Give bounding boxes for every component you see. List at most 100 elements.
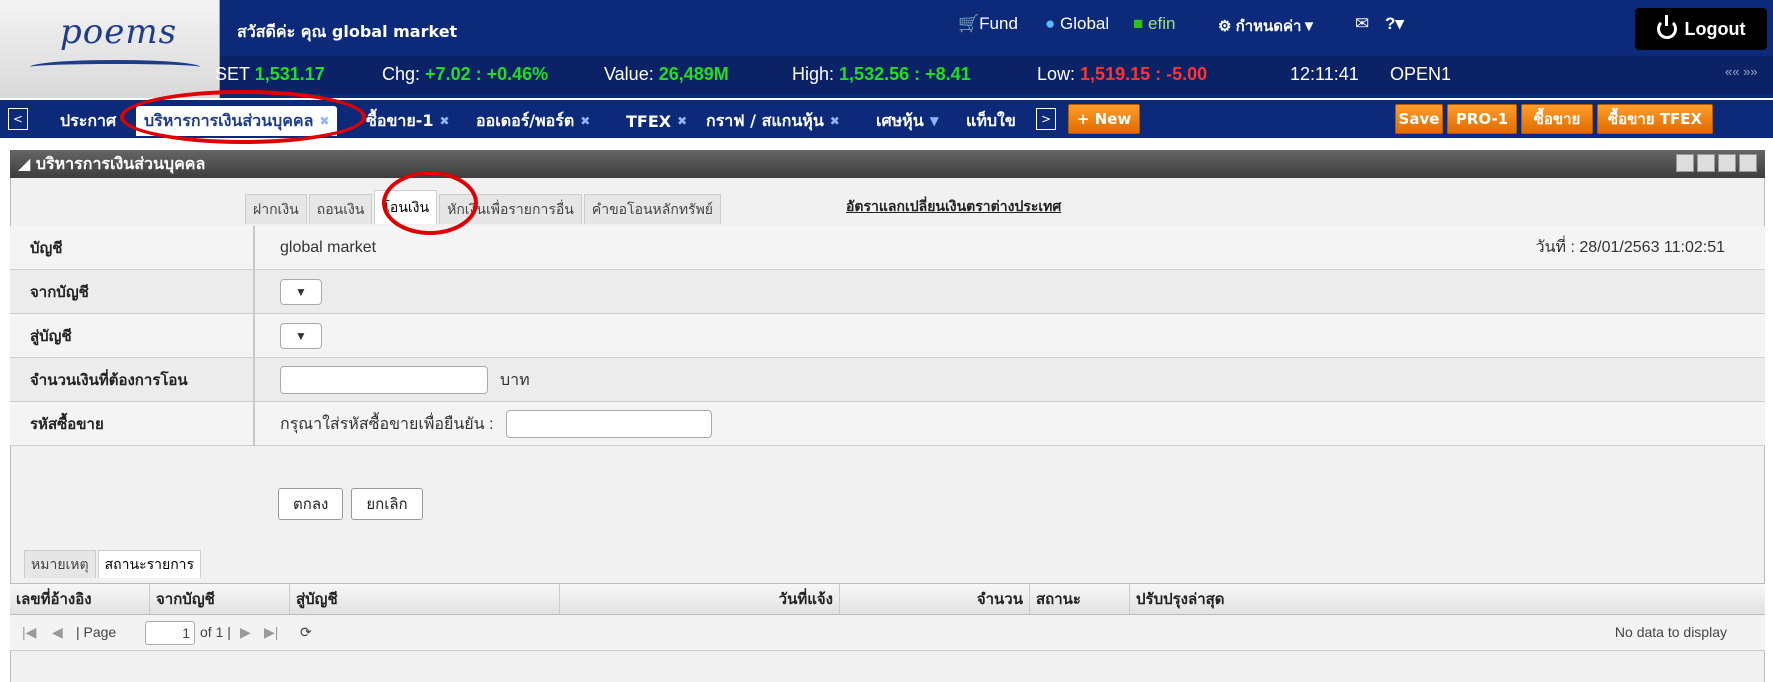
set-index-value: 1,531.17 (254, 64, 325, 84)
mail-icon: ✉ (1355, 14, 1370, 33)
pin-input[interactable] (505, 410, 712, 438)
market-status: OPEN1 (1390, 64, 1452, 84)
help-menu[interactable]: ?▾ (1385, 14, 1404, 34)
settings-menu[interactable]: ⚙ กำหนดค่า▼ (1218, 14, 1316, 38)
maximize-icon[interactable] (1718, 154, 1736, 172)
settings-icon: ⚙ (1218, 18, 1232, 35)
global-link[interactable]: ● Global (1045, 14, 1109, 34)
account-label: บัญชี (30, 226, 255, 270)
subtab-deposit[interactable]: ฝากเงิน (245, 194, 307, 224)
close-icon[interactable]: ✖ (440, 114, 450, 128)
close-icon[interactable] (1739, 154, 1757, 172)
tab-odd-lot[interactable]: เศษหุ้น ▼ (868, 106, 947, 136)
column-header[interactable]: สู่บัญชี (290, 584, 560, 614)
greeting: สวัสดีค่ะ คุณ global market (237, 22, 458, 41)
power-icon (1656, 15, 1677, 39)
page-count: of 1 | (200, 624, 231, 640)
logo-text: poems (60, 12, 178, 52)
tab-chart-scan[interactable]: กราฟ / สแกนหุ้น ✖ (698, 106, 848, 136)
tab-announcement[interactable]: ประกาศ (52, 106, 124, 136)
column-header[interactable]: ปรับปรุงล่าสุด (1130, 584, 1765, 614)
subtab-withdraw[interactable]: ถอนเงิน (308, 194, 373, 224)
logout-button[interactable]: Logout (1635, 8, 1767, 50)
globe-icon: ● (1045, 14, 1056, 33)
tab-tfex[interactable]: TFEX ✖ (618, 106, 695, 136)
from-account-select[interactable]: ▼ (280, 279, 322, 305)
tab-scroll-left-button[interactable]: < (8, 108, 28, 130)
minimize-icon[interactable] (1697, 154, 1715, 172)
refresh-icon[interactable] (1676, 154, 1694, 172)
tab-new-tab[interactable]: แท็บใข (958, 106, 1024, 136)
efin-icon: ■ (1133, 14, 1144, 33)
fx-rate-link[interactable]: อัตราแลกเปลี่ยนเงินตราต่างประเทศ (846, 196, 1061, 218)
account-row: บัญชี global market วันที่ : 28/01/2563 … (10, 226, 1765, 270)
currency-unit: บาท (500, 371, 530, 389)
account-value: global market (280, 239, 377, 256)
column-header[interactable]: เลขที่อ้างอิง (10, 584, 150, 614)
market-time: 12:11:41 (1290, 64, 1359, 84)
cancel-button[interactable]: ยกเลิก (351, 488, 423, 520)
tab-trade-1[interactable]: ซื้อขาย-1 ✖ (358, 106, 458, 136)
annotation-ring (120, 90, 366, 144)
traded-value: 26,489M (658, 64, 729, 84)
transaction-subtabs: ฝากเงิน ถอนเงิน โอนเงิน หักเงินเพื่อรายก… (245, 190, 723, 224)
form-actions: ตกลง ยกเลิก (278, 488, 423, 520)
column-header[interactable]: สถานะ (1030, 584, 1130, 614)
prev-page-icon[interactable]: ◀ (52, 624, 63, 641)
pin-row: รหัสซื้อขาย กรุณาใส่รหัสซื้อขายเพื่อยืนย… (10, 402, 1765, 446)
chevron-down-icon: ▼ (295, 285, 307, 299)
column-header[interactable]: จากบัญชี (150, 584, 290, 614)
pro1-button[interactable]: PRO-1 (1447, 104, 1517, 134)
change-value: +7.02 : +0.46% (425, 64, 549, 84)
panel-title: ◢ บริหารการเงินส่วนบุคคล (18, 154, 206, 173)
empty-message: No data to display (1614, 624, 1727, 640)
poems-logo[interactable]: poems (0, 0, 220, 98)
efin-link[interactable]: ■ efin (1133, 14, 1175, 34)
buysell-tfex-button[interactable]: ซื้อขาย TFEX (1597, 104, 1713, 134)
high-value: 1,532.56 : +8.41 (839, 64, 971, 84)
buysell-button[interactable]: ซื้อขาย (1521, 104, 1593, 134)
page-input[interactable]: 1 (145, 621, 195, 645)
from-account-label: จากบัญชี (30, 270, 255, 314)
to-account-row: สู่บัญชี ▼ (10, 314, 1765, 358)
close-icon[interactable]: ✖ (580, 114, 590, 128)
close-icon[interactable]: ✖ (830, 114, 840, 128)
next-page-icon[interactable]: ▶ (240, 624, 251, 641)
table-pager: |◀ ◀ | Page 1 of 1 | ▶ ▶| ⟳ No data to d… (10, 615, 1765, 651)
bottom-tabs: หมายเหตุ สถานะรายการ (24, 550, 203, 578)
table-header: เลขที่อ้างอิง จากบัญชี สู่บัญชี วันที่แจ… (10, 583, 1765, 615)
mail-button[interactable]: ✉ (1355, 14, 1369, 34)
last-page-icon[interactable]: ▶| (264, 624, 278, 641)
fund-link[interactable]: 🛒Fund (958, 14, 1018, 34)
panel-title-bar: ◢ บริหารการเงินส่วนบุคคล (10, 150, 1765, 178)
tab-transaction-status[interactable]: สถานะรายการ (97, 550, 202, 578)
new-tab-button[interactable]: + New (1068, 104, 1140, 134)
close-icon[interactable]: ✖ (677, 114, 687, 128)
tab-scroll-right-button[interactable]: > (1036, 108, 1056, 130)
page-label: | Page (76, 624, 117, 640)
ticker-scroll-arrows[interactable]: «« »» (1725, 64, 1758, 79)
amount-input[interactable] (280, 366, 488, 394)
pin-prompt: กรุณาใส่รหัสซื้อขายเพื่อยืนยัน : (280, 415, 494, 433)
first-page-icon[interactable]: |◀ (22, 624, 36, 641)
form-date: วันที่ : 28/01/2563 11:02:51 (1535, 239, 1725, 256)
transfer-form: บัญชี global market วันที่ : 28/01/2563 … (10, 226, 1765, 446)
market-ticker: SET 1,531.17 Chg: +7.02 : +0.46% Value: … (215, 56, 1773, 94)
tab-order-portfolio[interactable]: ออเดอร์/พอร์ต ✖ (468, 106, 598, 136)
amount-label: จำนวนเงินที่ต้องการโอน (30, 358, 255, 402)
subtab-security-transfer-request[interactable]: คำขอโอนหลักทรัพย์ (583, 194, 722, 224)
ok-button[interactable]: ตกลง (278, 488, 344, 520)
from-account-row: จากบัญชี ▼ (10, 270, 1765, 314)
refresh-icon[interactable]: ⟳ (300, 624, 312, 641)
chevron-down-icon: ▼ (295, 329, 307, 343)
annotation-ring (382, 171, 478, 235)
low-value: 1,519.15 : -5.00 (1080, 64, 1208, 84)
top-header: poems สวัสดีค่ะ คุณ global market 🛒Fund … (0, 0, 1773, 98)
to-account-label: สู่บัญชี (30, 314, 255, 358)
dropdown-icon[interactable]: ▼ (930, 114, 939, 128)
to-account-select[interactable]: ▼ (280, 323, 322, 349)
column-header[interactable]: จำนวน (840, 584, 1030, 614)
column-header[interactable]: วันที่แจ้ง (560, 584, 840, 614)
tab-remarks[interactable]: หมายเหตุ (24, 550, 96, 578)
save-button[interactable]: Save (1395, 104, 1443, 134)
